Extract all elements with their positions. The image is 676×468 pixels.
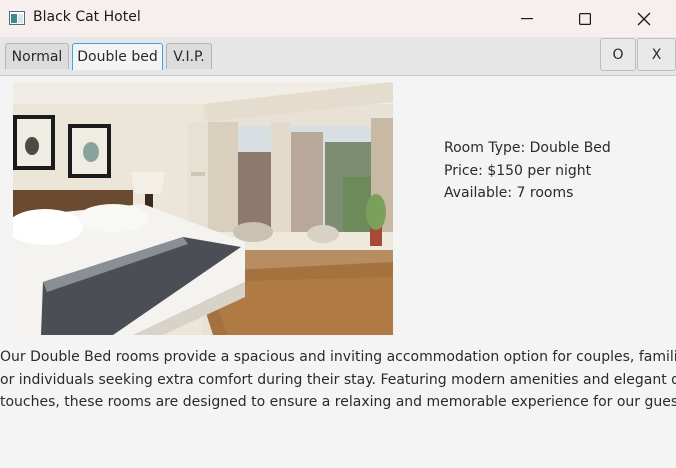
description-line: or individuals seeking extra comfort dur…	[0, 371, 676, 388]
tab-vip[interactable]: V.I.P.	[166, 43, 212, 69]
tab-bar: Normal Double bed V.I.P. O X	[0, 37, 676, 76]
description-line: Our Double Bed rooms provide a spacious …	[0, 349, 676, 365]
title-bar[interactable]: Black Cat Hotel	[0, 0, 676, 37]
o-button[interactable]: O	[600, 38, 636, 71]
room-availability-label: Available: 7 rooms	[444, 185, 574, 201]
close-window-button[interactable]	[615, 0, 673, 37]
window-title: Black Cat Hotel	[33, 9, 141, 25]
maximize-icon	[579, 12, 591, 25]
description-line: touches, these rooms are designed to ens…	[0, 394, 676, 410]
minimize-button[interactable]	[498, 0, 556, 37]
room-type-label: Room Type: Double Bed	[444, 140, 611, 156]
room-price-label: Price: $150 per night	[444, 162, 592, 179]
maximize-button[interactable]	[556, 0, 614, 37]
x-button[interactable]: X	[637, 38, 676, 71]
tab-normal[interactable]: Normal	[5, 43, 69, 69]
app-window-icon	[9, 10, 25, 25]
room-photo	[13, 82, 393, 335]
room-description: Our Double Bed rooms provide a spacious …	[0, 346, 676, 414]
app-window: Black Cat Hotel Normal Double bed V.I.P.…	[0, 0, 676, 468]
tab-double-bed[interactable]: Double bed	[72, 43, 163, 70]
minimize-icon	[521, 17, 533, 19]
close-icon	[637, 12, 651, 25]
room-info: Room Type: Double Bed Price: $150 per ni…	[444, 137, 611, 205]
